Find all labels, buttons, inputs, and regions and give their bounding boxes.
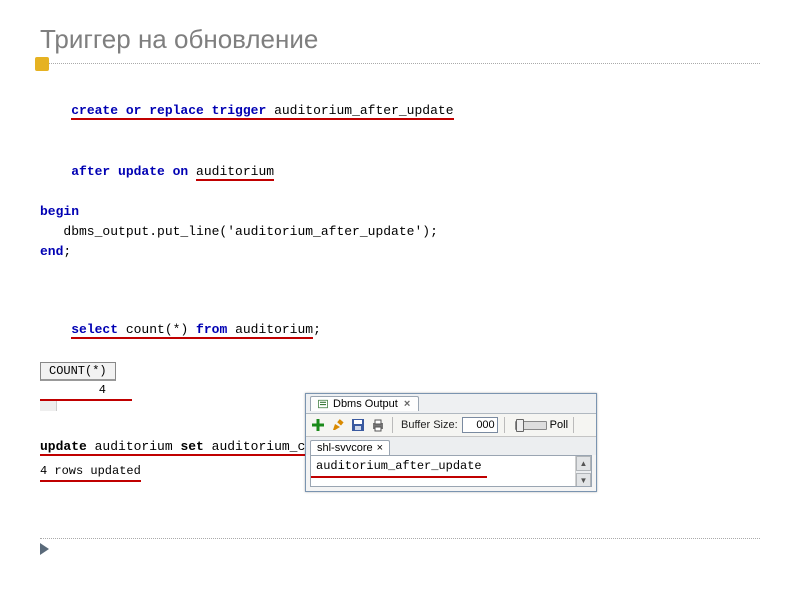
toolbar-separator-3 bbox=[573, 417, 574, 433]
dbms-output-line: dbms_output.put_line('auditorium_after_u… bbox=[40, 222, 760, 242]
connection-tab-label: shl-svvcore bbox=[317, 442, 373, 454]
toolbar-separator-2 bbox=[504, 417, 505, 433]
kw-set: set bbox=[180, 439, 211, 456]
divider-bottom bbox=[40, 538, 760, 539]
poll-label: Poll bbox=[550, 419, 568, 431]
dbms-output-panel: Dbms Output × Buffer Size: Poll shl-svvc… bbox=[305, 393, 597, 492]
tab-connection[interactable]: shl-svvcore × bbox=[310, 440, 390, 455]
accent-square bbox=[35, 57, 49, 71]
kw-after-update-on: after update on bbox=[71, 164, 196, 179]
row-gutter bbox=[40, 401, 57, 411]
buffer-size-input[interactable] bbox=[462, 417, 498, 433]
page-title: Триггер на обновление bbox=[40, 24, 760, 55]
kw-begin: begin bbox=[40, 202, 760, 222]
trigger-code-block: create or replace trigger auditorium_aft… bbox=[40, 81, 760, 262]
connection-tab-row: shl-svvcore × bbox=[306, 437, 596, 455]
dbms-output-icon bbox=[317, 398, 329, 410]
slide-marker-icon bbox=[40, 543, 49, 555]
from-table: auditorium bbox=[227, 322, 313, 339]
output-line: auditorium_after_update bbox=[311, 456, 487, 478]
save-icon[interactable] bbox=[350, 417, 366, 433]
scrollbar-vertical[interactable]: ▲ ▼ bbox=[575, 456, 591, 486]
edit-icon[interactable] bbox=[330, 417, 346, 433]
footer bbox=[40, 530, 760, 555]
trigger-name: auditorium_after_update bbox=[274, 103, 453, 120]
count-star: count(*) bbox=[118, 322, 196, 339]
upd-table: auditorium bbox=[95, 439, 181, 456]
select-code-block: select count(*) from auditorium; bbox=[40, 300, 760, 360]
kw-end: end bbox=[40, 244, 63, 259]
toolbar-separator bbox=[392, 417, 393, 433]
result-value: 4 bbox=[40, 381, 132, 401]
tab-label: Dbms Output bbox=[333, 398, 398, 410]
panel-tab-row: Dbms Output × bbox=[306, 394, 596, 414]
close-icon[interactable]: × bbox=[377, 442, 383, 454]
output-console: auditorium_after_update ▲ ▼ bbox=[310, 455, 592, 487]
poll-slider[interactable] bbox=[515, 421, 547, 430]
kw-update: update bbox=[40, 439, 95, 456]
scroll-down-icon[interactable]: ▼ bbox=[576, 473, 591, 487]
add-icon[interactable] bbox=[310, 417, 326, 433]
divider-top bbox=[40, 63, 760, 64]
kw-from: from bbox=[196, 322, 227, 339]
poll-area: Poll bbox=[515, 417, 576, 433]
close-icon[interactable]: × bbox=[402, 398, 412, 410]
update-result-text: 4 rows updated bbox=[40, 464, 141, 482]
result-column-header: COUNT(*) bbox=[40, 362, 116, 381]
buffer-size-label: Buffer Size: bbox=[401, 419, 458, 431]
scroll-up-icon[interactable]: ▲ bbox=[576, 456, 591, 471]
tab-dbms-output[interactable]: Dbms Output × bbox=[310, 396, 419, 411]
panel-toolbar: Buffer Size: Poll bbox=[306, 414, 596, 437]
kw-select: select bbox=[71, 322, 118, 339]
query-result-table: COUNT(*) 4 bbox=[40, 361, 132, 411]
table-auditorium: auditorium bbox=[196, 164, 274, 181]
print-icon[interactable] bbox=[370, 417, 386, 433]
kw-create-or-replace-trigger: create or replace trigger bbox=[71, 103, 274, 120]
